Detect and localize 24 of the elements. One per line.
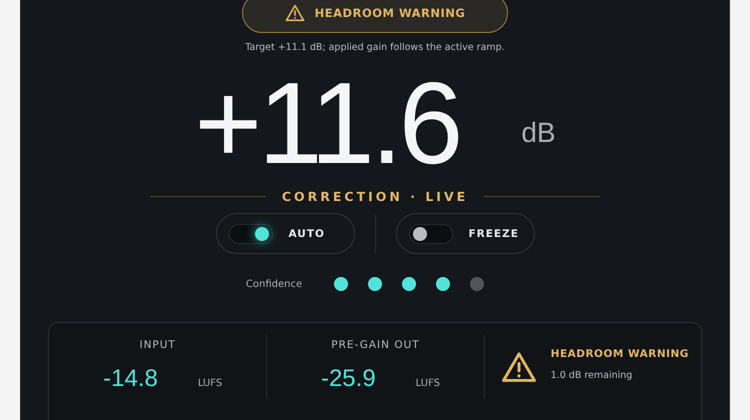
meter-label: PRE-GAIN OUT <box>331 339 420 352</box>
switch-knob[interactable] <box>412 226 426 241</box>
switch-knob[interactable] <box>254 226 268 241</box>
caption: Target +11.1 dB; applied gain follows the active ramp. <box>245 42 505 53</box>
toggle-label: FREEZE <box>468 228 519 240</box>
warning-detail: 1.0 dB remaining <box>550 370 634 381</box>
switch-track[interactable] <box>228 224 272 244</box>
toggle-label: AUTO <box>288 228 325 240</box>
toggle-control[interactable]: AUTO <box>216 213 354 254</box>
status-label: CORRECTION · LIVE <box>282 189 468 204</box>
meter-unit: LUFS <box>416 378 440 390</box>
switch-track[interactable] <box>408 224 452 244</box>
confidence-label: Confidence <box>246 278 302 290</box>
warning-icon <box>500 350 537 384</box>
warning-title: HEADROOM WARNING <box>550 348 689 360</box>
headroom-warning-banner[interactable]: HEADROOM WARNING <box>242 0 508 33</box>
meter-label: INPUT <box>139 339 176 352</box>
gain-value: +11.6 <box>194 65 460 182</box>
gain-unit: dB <box>521 117 556 150</box>
meter-unit: LUFS <box>198 378 222 390</box>
toggle-control[interactable]: FREEZE <box>396 213 534 254</box>
warning-icon <box>284 4 305 22</box>
meter-value: -14.8 <box>103 365 158 394</box>
meter-value: -25.9 <box>320 365 376 394</box>
